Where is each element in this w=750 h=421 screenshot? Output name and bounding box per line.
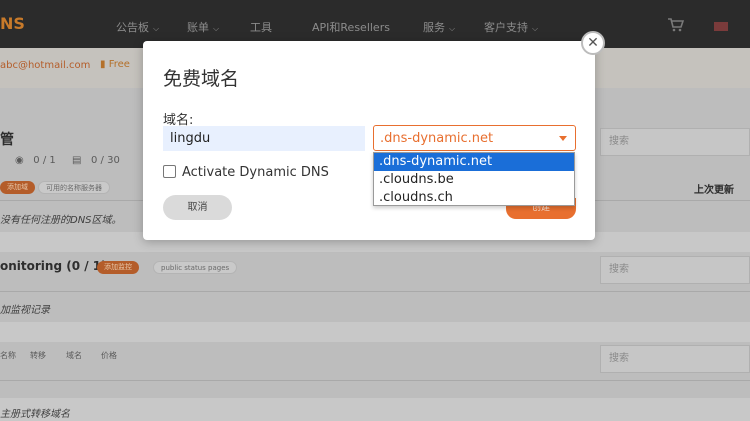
last-updated-header: 上次更新 bbox=[694, 185, 734, 196]
plan-label: ▮ Free bbox=[100, 59, 130, 70]
cart-icon[interactable] bbox=[668, 18, 684, 32]
suffix-option-cloudns-ch[interactable]: .cloudns.ch bbox=[374, 189, 574, 207]
section-band bbox=[0, 398, 750, 421]
suffix-option-cloudns-be[interactable]: .cloudns.be bbox=[374, 171, 574, 189]
nav-tools[interactable]: 工具 bbox=[250, 19, 272, 35]
available-nameservers-button[interactable]: 可用的名称服务器 bbox=[38, 181, 110, 194]
chevron-down-icon: ⌵ bbox=[153, 24, 160, 33]
search-input[interactable]: 搜索 bbox=[600, 345, 750, 373]
section-band bbox=[0, 322, 750, 342]
search-input[interactable]: 搜索 bbox=[600, 128, 750, 156]
no-zones-message: 没有任何注册的DNS区域。 bbox=[0, 215, 122, 226]
nav-support[interactable]: 客户支持 ⌵ bbox=[484, 19, 538, 35]
no-monitors-message: 加监视记录 bbox=[0, 305, 50, 316]
nav-bulletin-board[interactable]: 公告板 ⌵ bbox=[116, 19, 159, 35]
divider bbox=[0, 291, 750, 292]
add-monitor-button[interactable]: 添加监控 bbox=[97, 261, 139, 274]
domain-name-input[interactable] bbox=[163, 126, 365, 151]
filter-domain[interactable]: 域名 bbox=[66, 350, 82, 361]
chevron-down-icon: ⌵ bbox=[213, 24, 220, 33]
suffix-dropdown-list: .dns-dynamic.net .cloudns.be .cloudns.ch bbox=[373, 152, 575, 206]
caret-down-icon bbox=[559, 136, 567, 141]
domain-suffix-select[interactable]: .dns-dynamic.net bbox=[373, 125, 576, 151]
stat-records: ▤ 0 / 30 bbox=[72, 155, 120, 166]
suffix-option-dns-dynamic-net[interactable]: .dns-dynamic.net bbox=[374, 153, 574, 171]
search-input[interactable]: 搜索 bbox=[600, 256, 750, 284]
eye-icon: ◉ bbox=[15, 155, 24, 166]
filter-price[interactable]: 价格 bbox=[101, 350, 117, 361]
section-title: 管 bbox=[0, 132, 14, 148]
nav-billing[interactable]: 账单 ⌵ bbox=[187, 19, 219, 35]
monitoring-title: onitoring (0 / 1) bbox=[0, 259, 107, 273]
account-email[interactable]: abc@hotmail.com bbox=[0, 60, 90, 71]
stack-icon: ▤ bbox=[72, 155, 82, 166]
filter-name[interactable]: 名称 bbox=[0, 350, 16, 361]
nav-api-resellers[interactable]: API和Resellers bbox=[312, 19, 390, 35]
language-flag-icon[interactable] bbox=[714, 22, 728, 31]
divider bbox=[0, 380, 750, 381]
chevron-down-icon: ⌵ bbox=[532, 24, 539, 33]
nav-services[interactable]: 服务 ⌵ bbox=[423, 19, 455, 35]
badge-icon: ▮ bbox=[100, 59, 106, 70]
modal-title: 免费域名 bbox=[163, 68, 240, 90]
add-zone-button[interactable]: 添加域 bbox=[0, 181, 35, 194]
close-icon[interactable]: ✕ bbox=[581, 31, 605, 55]
selected-suffix: .dns-dynamic.net bbox=[380, 131, 494, 146]
bottom-section-text: 主册式转移域名 bbox=[0, 409, 70, 420]
dynamic-dns-label[interactable]: Activate Dynamic DNS bbox=[182, 165, 329, 180]
cancel-button[interactable]: 取消 bbox=[163, 195, 232, 220]
site-logo[interactable]: NS bbox=[0, 14, 25, 36]
filter-transfer[interactable]: 转移 bbox=[30, 350, 46, 361]
dynamic-dns-checkbox[interactable] bbox=[163, 165, 176, 178]
chevron-down-icon: ⌵ bbox=[449, 24, 456, 33]
public-status-pages-button[interactable]: public status pages bbox=[153, 261, 238, 274]
stat-zones: ◉ 0 / 1 bbox=[15, 155, 56, 166]
